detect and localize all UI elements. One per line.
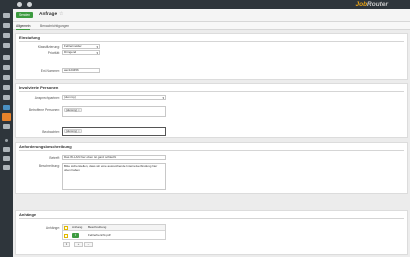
sidebar-tasks-icon[interactable] [3, 55, 10, 60]
ext-nummer-input[interactable]: asc123456 [62, 68, 100, 73]
logout-icon[interactable] [27, 2, 32, 7]
row-checkbox[interactable] [64, 234, 68, 238]
section-einstufung: Einstufung Klassifizierung: Fehlermelder… [15, 33, 408, 80]
select-all-checkbox[interactable] [64, 226, 68, 230]
remove-chip-icon[interactable]: × [78, 129, 80, 133]
person-chip[interactable]: (dummy)× [64, 129, 82, 133]
pager-page[interactable]: 1 [63, 242, 70, 247]
sidebar-tools-icon[interactable] [3, 156, 10, 161]
prioritaet-value: Dringend [64, 50, 77, 54]
top-bar: JobRouter [0, 0, 410, 9]
chevron-down-icon: ▾ [96, 45, 98, 49]
tab-benachrichtigungen[interactable]: Benachrichtigungen [40, 24, 69, 28]
section-personen: Involvierte Personen Ansprechpartner: (d… [15, 83, 408, 138]
sidebar-divider-dot [5, 139, 8, 142]
ansprechpartner-label: Ansprechpartner: [34, 96, 60, 100]
betreff-input[interactable]: Das W-LAN hier oben ist ganz schlecht [62, 155, 166, 160]
attachments-grid: Anhang Beschreibung ⇧ Fehlerbericht.pdf [62, 224, 166, 240]
ext-nummer-label: Ext.Nummer: [40, 69, 60, 73]
section-title: Anforderungsbeschreibung [19, 144, 72, 149]
section-divider [19, 91, 404, 92]
sidebar-settings-icon[interactable] [3, 124, 10, 129]
sidebar-folder-icon[interactable] [3, 33, 10, 38]
sidebar-cart-icon[interactable] [3, 85, 10, 90]
section-divider [19, 218, 404, 219]
brand-logo: JobRouter [355, 1, 388, 8]
sidebar-stats-icon[interactable] [3, 75, 10, 80]
column-header-beschreibung: Beschreibung [88, 225, 107, 229]
prioritaet-select[interactable]: Dringend ▾ [62, 50, 100, 55]
section-beschreibung: Anforderungsbeschreibung Betreff: Das W-… [15, 142, 408, 194]
sidebar-menu-icon[interactable] [3, 147, 10, 152]
klassifizierung-label: Klassifizierung: [37, 45, 60, 49]
sidebar-users-icon[interactable] [3, 95, 10, 100]
chevron-down-icon: ▾ [96, 51, 98, 55]
section-divider [19, 150, 404, 151]
anhaenge-label: Anhänge: [45, 226, 60, 230]
beschreibung-textarea[interactable]: Bitte sicherstellen, dass wir eine ausre… [62, 163, 166, 190]
column-header-anhang: Anhang [72, 225, 83, 229]
betroffene-multiselect[interactable]: (dummy)× [62, 106, 166, 117]
upload-button[interactable]: ⇧ [72, 233, 79, 238]
sidebar-list-icon[interactable] [3, 43, 10, 48]
section-title: Involvierte Personen [19, 85, 59, 90]
attachment-description: Fehlerbericht.pdf [88, 233, 111, 237]
form-header: Senden Anfrage ☆ [13, 9, 410, 22]
form-content: Einstufung Klassifizierung: Fehlermelder… [13, 30, 410, 257]
ansprechpartner-select[interactable]: (dummy) ▾ [62, 95, 166, 100]
klassifizierung-value: Fehlermelder [64, 44, 82, 48]
send-button[interactable]: Senden [16, 12, 33, 18]
chevron-down-icon: ▾ [162, 96, 164, 100]
section-title: Einstufung [19, 35, 40, 40]
grid-header: Anhang Beschreibung [63, 225, 165, 231]
section-anhaenge: Anhänge Anhänge: Anhang Beschreibung ⇧ F… [15, 210, 408, 255]
person-chip[interactable]: (dummy)× [64, 108, 82, 112]
sidebar-inbox-icon[interactable] [3, 13, 10, 18]
sidebar-documents-icon[interactable] [3, 23, 10, 28]
remove-row-button[interactable]: − [84, 242, 93, 247]
tab-bar: Allgemein Benachrichtigungen [13, 22, 410, 30]
beobachter-label: Beobachter: [42, 130, 60, 134]
prioritaet-label: Priorität: [47, 51, 60, 55]
sidebar-link-icon[interactable] [3, 165, 10, 170]
section-divider [19, 41, 404, 42]
klassifizierung-select[interactable]: Fehlermelder ▾ [62, 44, 100, 49]
betreff-label: Betreff: [49, 156, 60, 160]
form-title: Anfrage [39, 12, 58, 17]
remove-chip-icon[interactable]: × [78, 108, 80, 112]
home-icon[interactable] [17, 2, 22, 7]
person-chip-label: (dummy) [66, 108, 78, 112]
person-chip-label: (dummy) [66, 129, 78, 133]
ansprechpartner-value: (dummy) [64, 95, 76, 99]
add-row-button[interactable]: + [74, 242, 83, 247]
betroffene-label: Betroffene Personen: [28, 108, 60, 112]
section-title: Anhänge [19, 212, 37, 217]
sidebar-mail-icon[interactable] [3, 105, 10, 110]
sidebar-active-form-icon[interactable] [2, 113, 11, 121]
sidebar-archive-icon[interactable] [3, 65, 10, 70]
beobachter-multiselect[interactable]: (dummy)× [62, 127, 166, 136]
beschreibung-label: Beschreibung: [38, 164, 60, 168]
star-icon[interactable]: ☆ [59, 12, 63, 17]
